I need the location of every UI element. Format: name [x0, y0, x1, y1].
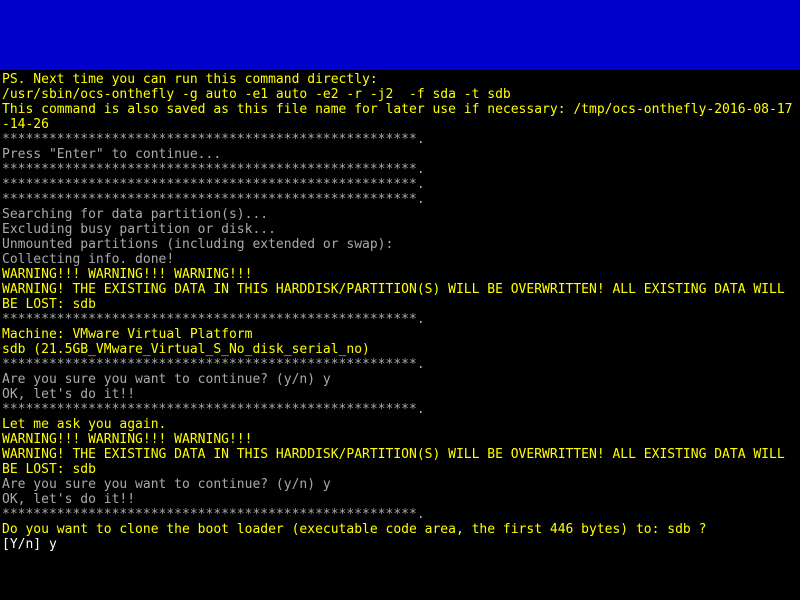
terminal-line: WARNING!!! WARNING!!! WARNING!!! [2, 432, 798, 447]
terminal-line: /usr/sbin/ocs-onthefly -g auto -e1 auto … [2, 87, 798, 102]
terminal-line: ****************************************… [2, 132, 798, 147]
terminal-line: ****************************************… [2, 177, 798, 192]
terminal-line: Do you want to clone the boot loader (ex… [2, 522, 798, 537]
terminal-line: This command is also saved as this file … [2, 102, 798, 132]
terminal-line: Excluding busy partition or disk... [2, 222, 798, 237]
terminal-line: Unmounted partitions (including extended… [2, 237, 798, 252]
terminal-line: Let me ask you again. [2, 417, 798, 432]
terminal-line: PS. Next time you can run this command d… [2, 72, 798, 87]
terminal-line: ****************************************… [2, 312, 798, 327]
terminal-line: WARNING!!! WARNING!!! WARNING!!! [2, 267, 798, 282]
terminal-line: WARNING! THE EXISTING DATA IN THIS HARDD… [2, 282, 798, 312]
terminal-line: OK, let's do it!! [2, 387, 798, 402]
terminal-line: [Y/n] y [2, 537, 798, 552]
terminal-line: WARNING! THE EXISTING DATA IN THIS HARDD… [2, 447, 798, 477]
terminal-line: sdb (21.5GB_VMware_Virtual_S_No_disk_ser… [2, 342, 798, 357]
terminal-line: OK, let's do it!! [2, 492, 798, 507]
terminal-line: Are you sure you want to continue? (y/n)… [2, 477, 798, 492]
terminal-output[interactable]: PS. Next time you can run this command d… [0, 70, 800, 554]
terminal-line: ****************************************… [2, 402, 798, 417]
terminal-line: Machine: VMware Virtual Platform [2, 327, 798, 342]
header-bar [0, 0, 800, 70]
terminal-line: Press "Enter" to continue... [2, 147, 798, 162]
terminal-line: Searching for data partition(s)... [2, 207, 798, 222]
terminal-line: ****************************************… [2, 192, 798, 207]
terminal-line: ****************************************… [2, 162, 798, 177]
terminal-line: Collecting info. done! [2, 252, 798, 267]
terminal-line: Are you sure you want to continue? (y/n)… [2, 372, 798, 387]
terminal-line: ****************************************… [2, 357, 798, 372]
terminal-line: ****************************************… [2, 507, 798, 522]
